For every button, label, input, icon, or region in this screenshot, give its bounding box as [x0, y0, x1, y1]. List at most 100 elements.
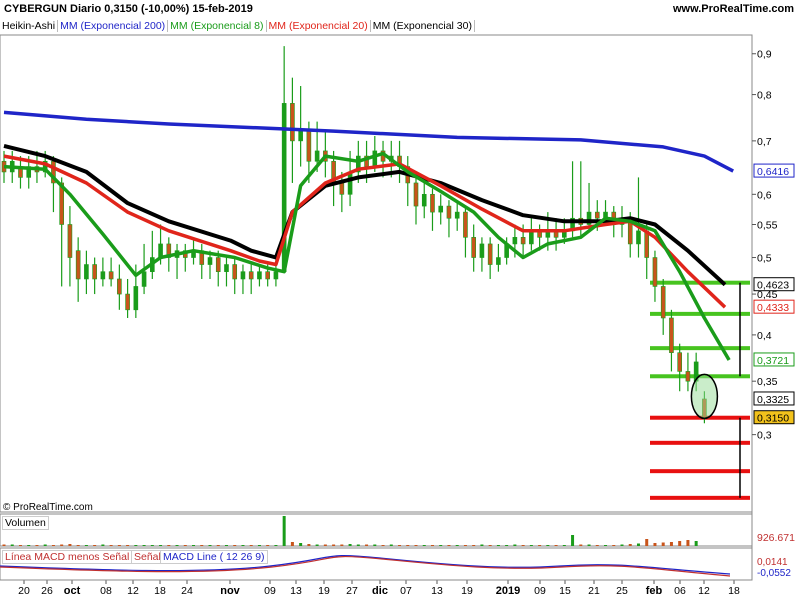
x-tick-label: 06 [674, 585, 686, 597]
x-tick-label: 25 [616, 585, 628, 597]
volume-bar [538, 545, 542, 546]
volume-bar [447, 545, 451, 546]
volume-bar [183, 545, 187, 546]
volume-bar [266, 545, 270, 546]
volume-bar [307, 544, 311, 546]
volume-bar [628, 544, 632, 546]
candle-body [314, 150, 320, 162]
volume-bar [290, 542, 294, 546]
volume-bar [51, 545, 55, 546]
candle-body [207, 257, 213, 265]
volume-bar [60, 544, 64, 546]
volume-bar [332, 544, 336, 546]
x-tick-label: 2019 [496, 585, 520, 597]
volume-bar [414, 545, 418, 546]
candle-body [133, 286, 139, 311]
macd-value-label: 0,0141 [757, 557, 788, 568]
price-label-text: 0,4623 [757, 280, 789, 292]
candle-body [463, 211, 468, 238]
volume-bar [389, 544, 393, 546]
candle-body [125, 293, 130, 311]
chart-root: CYBERGUN Diario 0,3150 (-10,00%) 15-feb-… [0, 0, 800, 600]
volume-bar [93, 545, 97, 546]
candle-body [669, 317, 674, 353]
volume-bar [439, 545, 443, 546]
candle-body [529, 230, 534, 245]
candle-body [454, 211, 460, 219]
candle-body [677, 352, 682, 372]
volume-bar [84, 545, 88, 546]
price-label-text: 0,6416 [757, 166, 789, 178]
volume-bar [340, 544, 344, 546]
support-level [650, 469, 750, 474]
volume-value-label: 926.671 [757, 532, 795, 544]
candle-body [100, 271, 106, 280]
volume-bar [167, 545, 171, 546]
price-label-text: 0,3325 [757, 394, 789, 406]
volume-bar [233, 545, 237, 546]
y-tick-label: 0,8 [757, 90, 772, 102]
volume-bar [463, 545, 467, 546]
support-level [650, 440, 750, 445]
volume-label: Volumen [2, 516, 49, 530]
volume-bar [373, 544, 377, 546]
candle-body [660, 286, 666, 319]
volume-bar [571, 535, 575, 546]
y-tick-label: 0,5 [757, 253, 772, 265]
candle-body [413, 182, 419, 207]
candle-body [117, 278, 122, 295]
candle-body [248, 271, 254, 280]
x-tick-label: 09 [264, 585, 276, 597]
volume-bar [10, 544, 14, 546]
volume-bar [422, 545, 426, 546]
volume-bar [645, 539, 649, 546]
volume-bar [27, 545, 31, 546]
candle-body [306, 130, 312, 162]
x-tick-label: 18 [728, 585, 740, 597]
x-tick-label: 09 [534, 585, 546, 597]
volume-bar [661, 542, 665, 546]
candle-body [265, 271, 270, 280]
candle-body [75, 250, 81, 280]
volume-bar [142, 545, 146, 546]
x-tick-label: 24 [181, 585, 193, 597]
volume-bar [398, 545, 402, 546]
volume-bar [18, 545, 22, 546]
volume-bar [505, 545, 509, 546]
volume-bar [546, 545, 550, 546]
x-tick-label: feb [646, 585, 663, 597]
candle-body [512, 237, 518, 245]
y-tick-label: 0,9 [757, 49, 772, 61]
x-tick-label: 26 [41, 585, 53, 597]
x-tick-label: 19 [461, 585, 473, 597]
x-tick-label: 19 [318, 585, 330, 597]
candle-body [232, 264, 238, 280]
volume-bar [274, 545, 278, 546]
volume-bar [430, 545, 434, 546]
volume-bar [315, 544, 319, 546]
macd-line-label: MACD Line ( 12 26 9) [160, 550, 268, 564]
volume-bar [208, 545, 212, 546]
candle-body [92, 264, 97, 280]
x-tick-label: 12 [698, 585, 710, 597]
x-tick-label: 20 [18, 585, 30, 597]
volume-bar [134, 545, 138, 546]
volume-bar [117, 545, 121, 546]
volume-bar [76, 545, 80, 546]
candle-body [290, 103, 295, 142]
volume-bar [216, 545, 220, 546]
candle-body [372, 150, 378, 167]
candle-body [141, 271, 147, 287]
ema20-line [3, 154, 727, 309]
candle-body [347, 171, 353, 195]
x-tick-label: 27 [346, 585, 358, 597]
x-tick-label: 21 [588, 585, 600, 597]
volume-bar [587, 544, 591, 546]
volume-bar [381, 545, 385, 546]
volume-bar [282, 516, 286, 546]
volume-bar [35, 545, 39, 546]
chart-canvas[interactable]: 0,90,80,70,60,550,50,450,40,350,30,64160… [0, 0, 800, 600]
volume-bar [669, 542, 673, 546]
x-tick-label: nov [220, 585, 240, 597]
candle-body [438, 205, 444, 213]
